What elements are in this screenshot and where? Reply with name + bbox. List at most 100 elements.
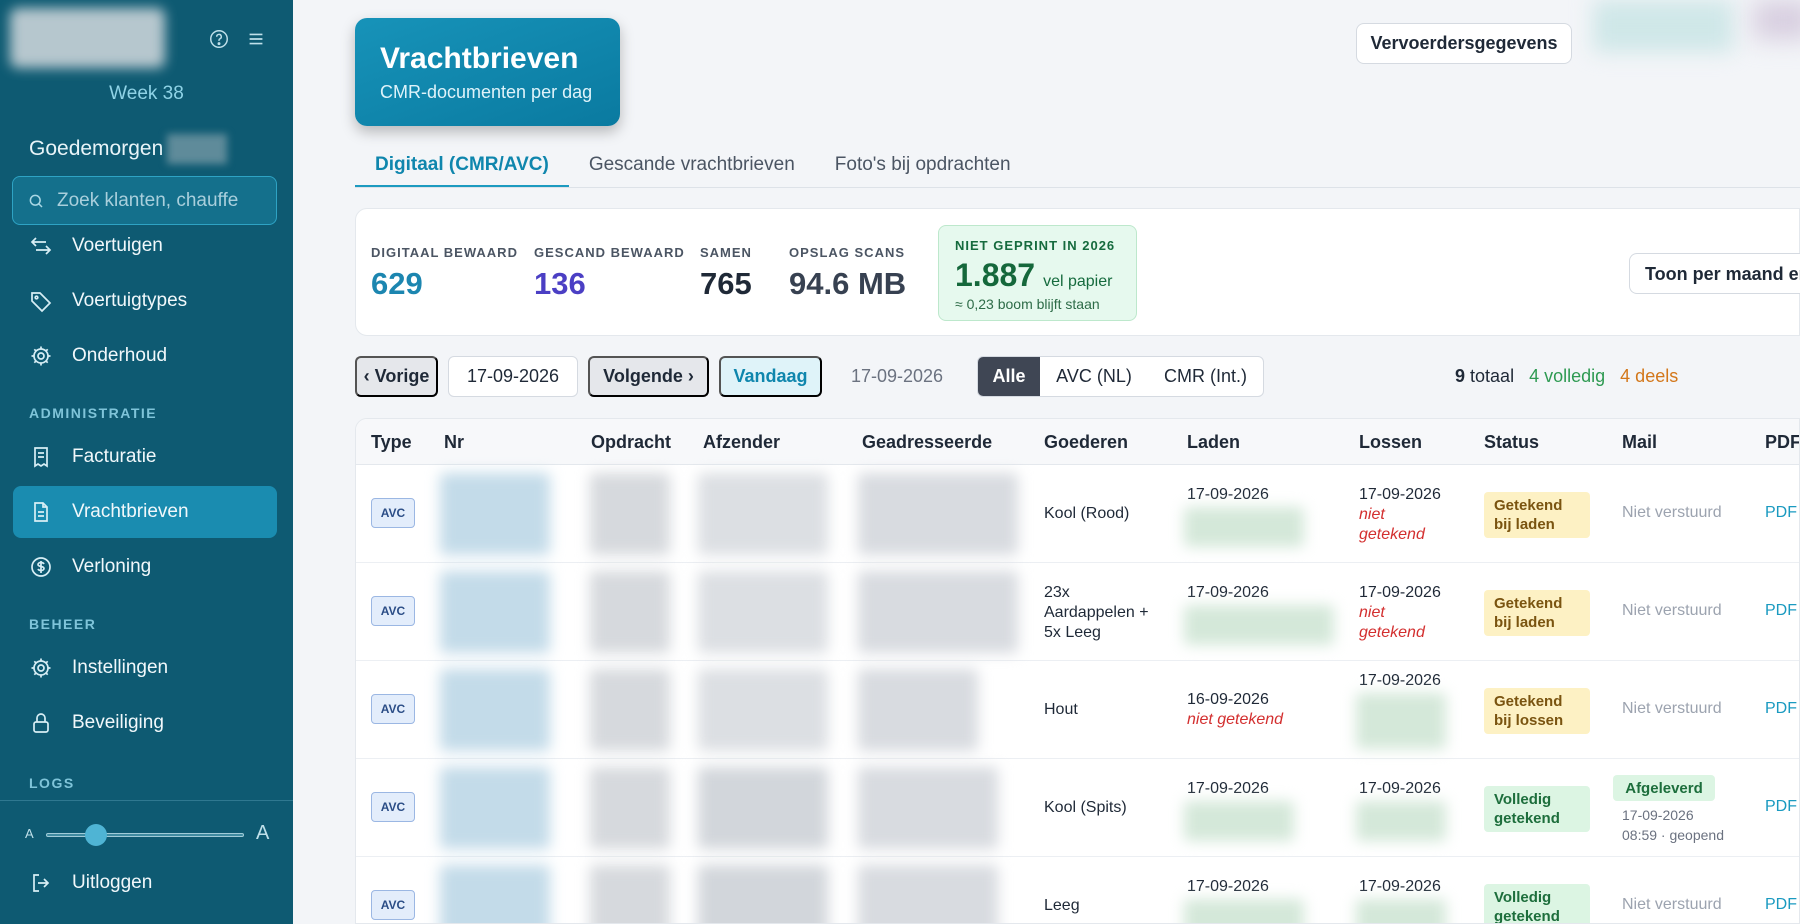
page-title-card: Vrachtbrieven CMR-documenten per dag xyxy=(355,18,620,126)
sidebar-item-onderhoud[interactable]: Onderhoud xyxy=(13,330,277,382)
stat-scanned: GESCAND BEWAARD 136 xyxy=(534,245,685,302)
carrier-details-button[interactable]: Vervoerdersgegevens xyxy=(1356,23,1572,64)
pdf-link[interactable]: PDF xyxy=(1765,700,1797,718)
sidebar-item-instellingen[interactable]: Instellingen xyxy=(13,642,277,694)
col-pdf[interactable]: PDF xyxy=(1765,432,1799,453)
goods: Kool (Spits) xyxy=(1044,799,1127,816)
redacted-load-signature xyxy=(1184,605,1334,645)
main-content: Vrachtbrieven CMR-documenten per dag Ver… xyxy=(293,0,1800,924)
sidebar-item-facturatie[interactable]: Facturatie xyxy=(13,431,277,483)
greeting-text: Goedemorgen xyxy=(29,137,164,160)
redacted-geadresseerde xyxy=(858,865,998,923)
unload-date: 17-09-2026 xyxy=(1359,878,1441,895)
tab-digitaal[interactable]: Digitaal (CMR/AVC) xyxy=(355,146,569,188)
table-row[interactable]: AVC Kool (Spits) 17-09-2026 17-09-2026 V… xyxy=(356,759,1799,857)
logout-label: Uitloggen xyxy=(72,872,153,893)
load-note: niet getekend xyxy=(1187,711,1284,728)
sidebar-item-label: Voertuigtypes xyxy=(72,290,188,311)
type-badge: AVC xyxy=(371,596,415,626)
sidebar-item-voertuigen[interactable]: Voertuigen xyxy=(13,220,277,272)
redacted-area xyxy=(1593,0,1733,52)
count-partial: 4 deels xyxy=(1620,366,1679,386)
col-afzender[interactable]: Afzender xyxy=(703,432,780,453)
section-beheer: BEHEER xyxy=(29,616,97,632)
font-size-slider-handle[interactable] xyxy=(84,824,107,846)
show-per-month-button[interactable]: Toon per maand en xyxy=(1629,253,1800,294)
redacted-nr xyxy=(440,669,550,751)
tag-icon xyxy=(31,292,52,313)
greeting: Goedemorgen xyxy=(29,134,228,164)
date-input[interactable]: 17-09-2026 xyxy=(448,356,578,397)
pdf-link[interactable]: PDF xyxy=(1765,896,1797,914)
receipt-icon xyxy=(34,447,48,468)
logout-button[interactable]: Uitloggen xyxy=(13,857,277,909)
tab-fotos[interactable]: Foto's bij opdrachten xyxy=(815,146,1031,188)
type-badge: AVC xyxy=(371,890,415,920)
redacted-nr xyxy=(440,865,550,923)
sidebar-item-label: Vrachtbrieven xyxy=(72,501,189,522)
table-row[interactable]: AVC 23x Aardappelen + 5x Leeg 17-09-2026… xyxy=(356,563,1799,661)
search-input[interactable] xyxy=(57,189,267,212)
user-name-redacted xyxy=(167,134,228,164)
col-nr[interactable]: Nr xyxy=(444,432,464,453)
pdf-link[interactable]: PDF xyxy=(1765,504,1797,522)
status-badge: Getekend bij laden xyxy=(1484,492,1590,538)
next-day-button[interactable]: Volgende › xyxy=(588,356,709,397)
sidebar-item-label: Facturatie xyxy=(72,446,157,467)
col-type[interactable]: Type xyxy=(371,432,412,453)
sidebar-item-label: Verloning xyxy=(72,556,152,577)
col-status[interactable]: Status xyxy=(1484,432,1539,453)
stat-label: NIET GEPRINT IN 2026 xyxy=(955,238,1116,253)
font-size-large-label: A xyxy=(256,822,270,844)
col-goederen[interactable]: Goederen xyxy=(1044,432,1128,453)
stat-total: SAMEN 765 xyxy=(700,245,752,302)
sidebar-item-vrachtbrieven[interactable]: Vrachtbrieven xyxy=(13,486,277,538)
font-size-slider[interactable] xyxy=(46,833,244,837)
table-row[interactable]: AVC Kool (Rood) 17-09-2026 17-09-2026 ni… xyxy=(356,465,1799,563)
pdf-link[interactable]: PDF xyxy=(1765,798,1797,816)
current-date-label: 17-09-2026 xyxy=(850,366,944,386)
redacted-load-signature xyxy=(1184,507,1304,547)
stat-label: OPSLAG SCANS xyxy=(789,245,906,260)
col-lossen[interactable]: Lossen xyxy=(1359,432,1422,453)
today-button[interactable]: Vandaag xyxy=(719,356,822,397)
sidebar-item-label: Voertuigen xyxy=(72,235,163,256)
tab-gescand[interactable]: Gescande vrachtbrieven xyxy=(569,146,815,188)
filter-avc[interactable]: AVC (NL) xyxy=(1040,357,1148,396)
sidebar-item-label: Beveiliging xyxy=(72,712,164,733)
gear-icon xyxy=(31,346,51,366)
pdf-link[interactable]: PDF xyxy=(1765,602,1797,620)
filter-cmr[interactable]: CMR (Int.) xyxy=(1148,357,1263,396)
table-header: Type Nr Opdracht Afzender Geadresseerde … xyxy=(356,419,1799,465)
redacted-avatar xyxy=(1753,0,1800,40)
unload-date: 17-09-2026 xyxy=(1359,584,1441,601)
col-opdracht[interactable]: Opdracht xyxy=(591,432,671,453)
col-geadresseerde[interactable]: Geadresseerde xyxy=(862,432,992,453)
redacted-opdracht xyxy=(590,473,670,555)
redacted-geadresseerde xyxy=(858,473,1018,555)
load-date: 16-09-2026 xyxy=(1187,691,1269,708)
prev-day-button[interactable]: ‹ Vorige xyxy=(355,356,438,397)
mail-time: 08:59 · geopend xyxy=(1622,827,1724,843)
redacted-geadresseerde xyxy=(858,571,1018,653)
sidebar-item-voertuigtypes[interactable]: Voertuigtypes xyxy=(13,275,277,327)
stat-digital: DIGITAAL BEWAARD 629 xyxy=(371,245,518,302)
help-icon[interactable] xyxy=(208,28,230,50)
menu-icon[interactable] xyxy=(245,28,267,50)
status-badge: Volledig getekend xyxy=(1484,786,1590,832)
sidebar-item-beveiliging[interactable]: Beveiliging xyxy=(13,697,277,749)
col-mail[interactable]: Mail xyxy=(1622,432,1657,453)
sidebar-item-verloning[interactable]: Verloning xyxy=(13,541,277,593)
mail-status: Niet verstuurd xyxy=(1622,602,1722,619)
redacted-unload-signature xyxy=(1356,693,1446,749)
search-icon xyxy=(29,194,43,208)
sidebar-search[interactable] xyxy=(12,176,277,225)
table-row[interactable]: AVC Leeg 17-09-2026 17-09-2026 Volledig … xyxy=(356,857,1799,923)
unload-note: niet getekend xyxy=(1359,506,1425,543)
redacted-load-signature xyxy=(1184,899,1304,923)
filter-all[interactable]: Alle xyxy=(978,357,1040,396)
font-size-small-label: A xyxy=(25,826,34,841)
table-row[interactable]: AVC Hout 16-09-2026 niet getekend 17-09-… xyxy=(356,661,1799,759)
dollar-circle-icon xyxy=(31,557,51,577)
col-laden[interactable]: Laden xyxy=(1187,432,1240,453)
